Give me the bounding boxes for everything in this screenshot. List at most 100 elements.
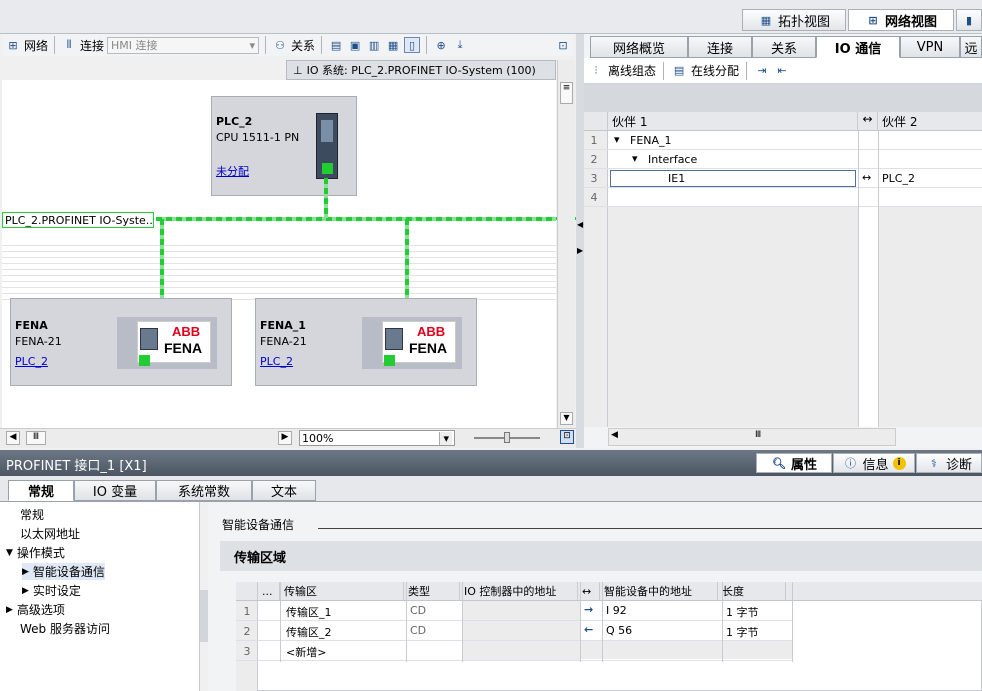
properties-tab[interactable]: 🔍︎ 属性 — [756, 453, 832, 473]
network-icon[interactable]: ⊞ — [5, 37, 21, 53]
zoom-slider-thumb[interactable] — [504, 432, 510, 443]
header-type: 类型 — [404, 582, 460, 600]
scroll-right-icon[interactable]: ▶ — [278, 431, 292, 445]
tab-more[interactable]: 远 — [960, 36, 982, 58]
tab-texts[interactable]: 文本 — [252, 480, 316, 501]
table-row[interactable]: 3 IE1 ↔ PLC_2 — [584, 169, 982, 188]
info-tab[interactable]: ⓘ 信息 i — [833, 453, 915, 473]
table-row[interactable]: 4 — [584, 188, 982, 207]
plc-device[interactable]: PLC_2 CPU 1511-1 PN 未分配 — [211, 96, 357, 196]
topology-view-tab[interactable]: ▦ 拓扑视图 — [742, 9, 846, 31]
table-row[interactable]: 1 传输区_1 CD → I 92 1 字节 — [236, 601, 792, 621]
device-type: FENA-21 — [260, 335, 307, 348]
scroll-thumb[interactable]: ≡ — [560, 82, 573, 104]
hmi-connection-select[interactable]: HMI 连接 ▾ — [107, 36, 260, 54]
import-icon[interactable]: ⇤ — [774, 63, 790, 79]
network-view-tab[interactable]: ⊞ 网络视图 — [848, 9, 954, 31]
plc-assign-link[interactable]: 未分配 — [216, 163, 249, 179]
device-icon: ▮ — [965, 13, 973, 27]
table-col-line — [722, 582, 723, 662]
collapse-icon[interactable]: ▶ — [22, 567, 29, 577]
profinet-bus-line — [156, 217, 556, 221]
nav-ethernet-address[interactable]: 以太网地址 — [20, 525, 80, 542]
table-row-add-new[interactable]: 3 <新增> — [236, 641, 792, 661]
online-assign-icon[interactable]: ▤ — [671, 63, 687, 79]
zoom-fit-icon[interactable]: ⊡ — [560, 430, 574, 444]
download-icon[interactable]: ⤓ — [452, 37, 468, 53]
scroll-down-icon[interactable]: ▼ — [560, 412, 573, 425]
table-row[interactable]: 1 ▾ FENA_1 — [584, 131, 982, 150]
module-icon[interactable]: ▣ — [347, 37, 363, 53]
relation-icon[interactable]: ⚇ — [272, 37, 288, 53]
adapter-icon — [140, 328, 158, 350]
table-row[interactable]: 2 ▾ Interface — [584, 150, 982, 169]
splitter-arrow-right-icon[interactable]: ▶ — [577, 246, 583, 255]
device-master-link[interactable]: PLC_2 — [15, 355, 48, 368]
tab-io-tags[interactable]: IO 变量 — [74, 480, 156, 501]
nav-scrollbar[interactable] — [200, 590, 208, 642]
name-icon[interactable]: ▤ — [328, 37, 344, 53]
header-partner1: 伙伴 1 — [608, 112, 858, 130]
collapse-icon[interactable]: ▶ — [6, 605, 13, 615]
fena-device[interactable]: FENA FENA-21 PLC_2 ABB FENA — [10, 298, 232, 386]
right-h-scrollbar[interactable]: ◀ Ⅲ — [608, 428, 896, 446]
warning-badge-icon: i — [892, 456, 906, 470]
bus-label[interactable]: PLC_2.PROFINET IO-Syste... — [2, 212, 154, 228]
chevron-down-icon: ▾ — [439, 431, 452, 445]
device-view-tab[interactable]: ▮ — [956, 9, 982, 31]
scroll-left-icon[interactable]: ◀ — [611, 430, 618, 440]
scroll-h-thumb[interactable]: Ⅲ — [26, 431, 46, 445]
pin-icon[interactable]: ⊥ — [293, 64, 303, 77]
zoom-select[interactable]: 100% ▾ — [299, 430, 455, 446]
canvas-vertical-scrollbar[interactable]: ≡ ▼ — [557, 60, 575, 428]
nav-idevice-comm[interactable]: ▶ 智能设备通信 — [22, 563, 105, 580]
header-rownum — [584, 112, 608, 130]
header-length: 长度 — [718, 582, 786, 600]
offline-config-icon[interactable]: ⫶ — [588, 63, 604, 79]
tab-connections[interactable]: 连接 — [688, 36, 752, 58]
partner-table-body: 1 ▾ FENA_1 2 ▾ Interface 3 IE1 ↔ PLC_2 4 — [584, 131, 982, 427]
tab-network-overview[interactable]: 网络概览 — [590, 36, 688, 58]
partner-table-header: 伙伴 1 ↔ 伙伴 2 — [584, 112, 982, 131]
tab-general[interactable]: 常规 — [8, 480, 74, 501]
expand-icon[interactable]: ▾ — [632, 152, 638, 165]
abb-logo: ABB — [417, 324, 446, 339]
diagnostics-tab[interactable]: ⚕ 诊断 — [916, 453, 982, 473]
nav-web-server[interactable]: Web 服务器访问 — [20, 620, 110, 637]
splitter-arrow-left-icon[interactable]: ◀ — [577, 220, 583, 229]
header-idevice-address: 智能设备中的地址 — [600, 582, 718, 600]
vertical-splitter[interactable]: ◀ ▶ — [576, 34, 584, 448]
table-row[interactable]: 2 传输区_2 CD ← Q 56 1 字节 — [236, 621, 792, 641]
status-led — [139, 355, 150, 366]
zoom-icon[interactable]: ⊕ — [433, 37, 449, 53]
network-icon: ⊞ — [868, 13, 878, 27]
expand-icon[interactable]: ▼ — [6, 548, 13, 558]
scroll-left-icon[interactable]: ◀ — [6, 431, 20, 445]
export-icon[interactable]: ⇥ — [754, 63, 770, 79]
info-icon: ⓘ — [844, 457, 856, 470]
selected-cell[interactable] — [610, 170, 856, 187]
subsection-title: 传输区域 — [234, 551, 287, 566]
tab-vpn[interactable]: VPN — [900, 36, 960, 58]
table-col-line — [462, 582, 463, 662]
nav-advanced[interactable]: ▶ 高级选项 — [6, 601, 65, 618]
tab-io-communication[interactable]: IO 通信 — [816, 36, 900, 58]
status-led — [322, 163, 333, 174]
collapse-icon[interactable]: ▶ — [22, 586, 29, 596]
rack-icon[interactable]: ▥ — [366, 37, 382, 53]
fena1-device[interactable]: FENA_1 FENA-21 PLC_2 ABB FENA — [255, 298, 477, 386]
connection-icon[interactable]: ⫴ — [61, 37, 77, 53]
nav-general[interactable]: 常规 — [20, 506, 44, 523]
logo-text: FENA — [409, 340, 448, 356]
adapter-icon — [385, 328, 403, 350]
overview-icon[interactable]: ⊡ — [555, 37, 571, 53]
expand-icon[interactable]: ▾ — [614, 133, 620, 146]
nav-operating-mode[interactable]: ▼ 操作模式 — [6, 544, 65, 561]
tab-relations[interactable]: 关系 — [752, 36, 816, 58]
table-icon[interactable]: ▦ — [385, 37, 401, 53]
columns-icon[interactable]: ▯ — [404, 37, 421, 53]
tab-system-constants[interactable]: 系统常数 — [156, 480, 252, 501]
device-master-link[interactable]: PLC_2 — [260, 355, 293, 368]
scroll-thumb[interactable]: Ⅲ — [755, 430, 761, 440]
nav-realtime[interactable]: ▶ 实时设定 — [22, 582, 81, 599]
